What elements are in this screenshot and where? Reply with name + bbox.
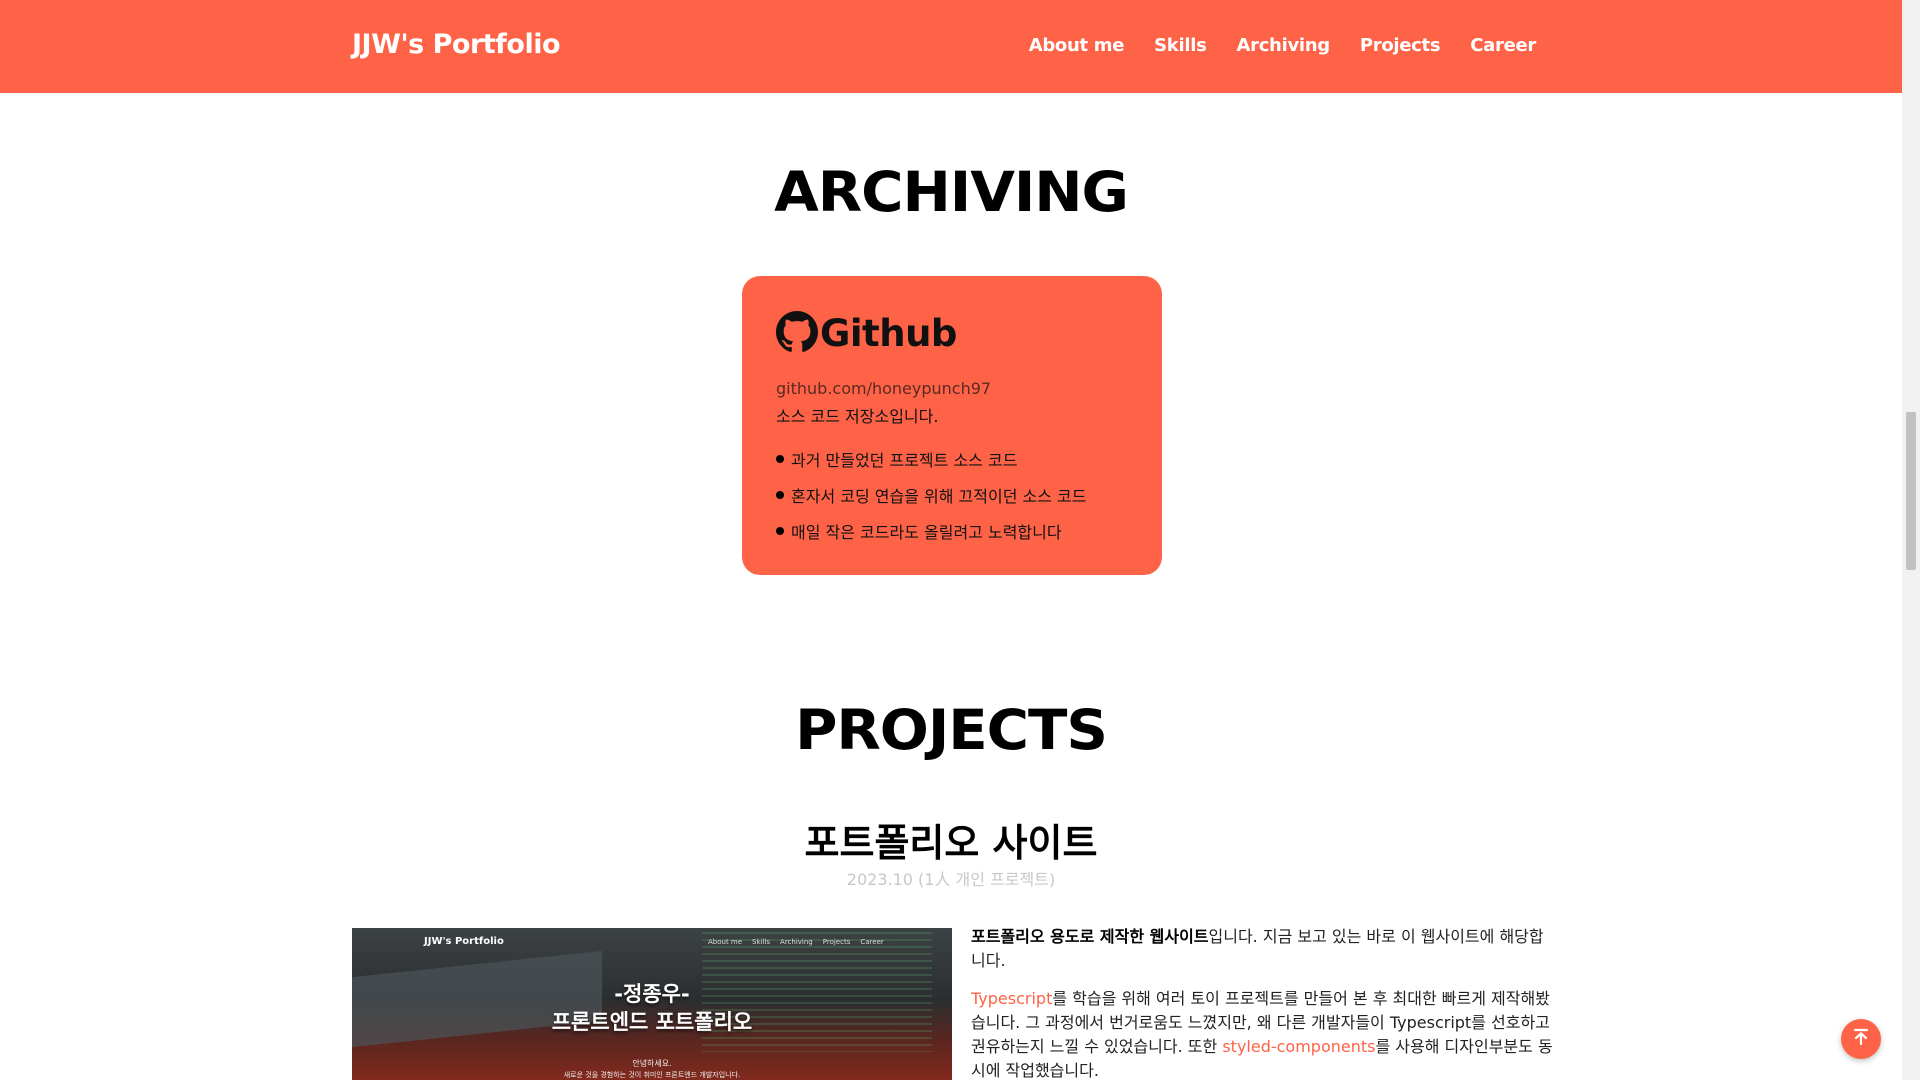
main-nav: About me Skills Archiving Projects Caree… (1029, 35, 1537, 56)
screenshot-nav: About me Skills Archiving Projects Caree… (708, 938, 884, 946)
arrow-up-to-top-icon (1851, 1027, 1871, 1051)
projects-section-title: PROJECTS (795, 698, 1108, 762)
bullet-icon (776, 491, 784, 499)
project-meta: 2023.10 (1人 개인 프로젝트) (846, 870, 1056, 889)
scrollbar-thumb[interactable] (1906, 412, 1916, 570)
screenshot-heading-name: -정종우- (614, 982, 690, 1006)
page-scrollbar[interactable] (1902, 0, 1920, 1080)
github-icon (776, 310, 818, 353)
bullet-icon (776, 527, 784, 535)
nav-about-me[interactable]: About me (1029, 35, 1125, 56)
project-paragraph-1: 포트폴리오 용도로 제작한 웹사이트입니다. 지금 보고 있는 바로 이 웹사이… (971, 925, 1555, 973)
list-item-text: 과거 만들었던 프로젝트 소스 코드 (791, 451, 1018, 470)
screenshot-brand: JJW's Portfolio (424, 936, 504, 947)
list-item: 과거 만들었던 프로젝트 소스 코드 (776, 447, 1128, 471)
screenshot-subtitle-2: 새로운 것을 경험하는 것이 취미인 프론트엔드 개발자입니다. (563, 1071, 741, 1079)
list-item: 매일 작은 코드라도 올릴려고 노력합니다 (776, 519, 1128, 543)
screenshot-heading-title: 프론트엔드 포트폴리오 (551, 1010, 753, 1034)
project-paragraph-2: Typescript를 학습을 위해 여러 토이 프로젝트를 만들어 본 후 최… (971, 987, 1555, 1080)
list-item-text: 혼자서 코딩 연습을 위해 끄적이던 소스 코드 (791, 487, 1087, 506)
card-list: 과거 만들었던 프로젝트 소스 코드 혼자서 코딩 연습을 위해 끄적이던 소스… (776, 447, 1128, 543)
screenshot-subtitle: 안녕하세요. (632, 1059, 672, 1068)
project-highlight: 포트폴리오 용도로 제작한 웹사이트 (971, 927, 1209, 946)
nav-archiving[interactable]: Archiving (1236, 35, 1330, 56)
project-description: 포트폴리오 용도로 제작한 웹사이트입니다. 지금 보고 있는 바로 이 웹사이… (971, 925, 1555, 1080)
list-item-text: 매일 작은 코드라도 올릴려고 노력합니다 (791, 523, 1062, 542)
screenshot-nav-item: Projects (822, 938, 851, 946)
brand-logo[interactable]: JJW's Portfolio (352, 29, 561, 60)
archiving-section-title: ARCHIVING (774, 160, 1129, 224)
screenshot-nav-item: Career (860, 938, 884, 946)
top-navbar: JJW's Portfolio About me Skills Archivin… (0, 0, 1902, 93)
project-screenshot[interactable]: JJW's Portfolio About me Skills Archivin… (352, 928, 952, 1080)
card-description: 소스 코드 저장소입니다. (776, 407, 939, 426)
typescript-keyword: Typescript (971, 989, 1053, 1008)
nav-career[interactable]: Career (1470, 35, 1536, 56)
project-title: 포트폴리오 사이트 (804, 821, 1098, 865)
list-item: 혼자서 코딩 연습을 위해 끄적이던 소스 코드 (776, 483, 1128, 507)
nav-skills[interactable]: Skills (1154, 35, 1207, 56)
screenshot-nav-item: Skills (752, 938, 771, 946)
screenshot-nav-item: Archiving (780, 938, 813, 946)
card-title: Github (820, 312, 957, 355)
styled-components-keyword: styled-components (1222, 1037, 1376, 1056)
github-link[interactable]: github.com/honeypunch97 (776, 379, 1128, 398)
screenshot-nav-item: About me (708, 938, 743, 946)
bullet-icon (776, 455, 784, 463)
github-archive-card[interactable]: Github github.com/honeypunch97 소스 코드 저장소… (742, 276, 1162, 575)
card-header: Github (776, 308, 1128, 355)
nav-projects[interactable]: Projects (1360, 35, 1441, 56)
scroll-to-top-button[interactable] (1841, 1019, 1881, 1059)
